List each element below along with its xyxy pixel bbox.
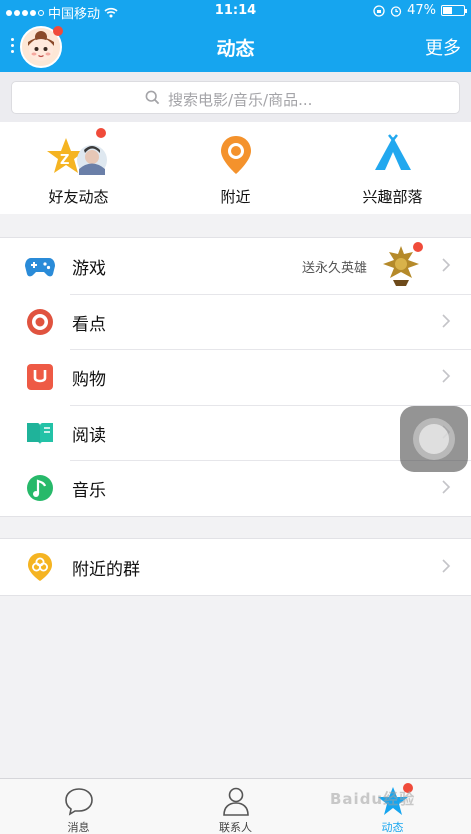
tab-label: 联系人 (219, 821, 252, 834)
nearby-group-list: 附近的群 (0, 538, 471, 596)
svg-text:Z: Z (60, 153, 69, 168)
friends-feed-icon: Z (46, 138, 107, 175)
list-item-label: 阅读 (72, 425, 106, 446)
chevron-right-icon (442, 559, 451, 573)
quick-entry-label: 兴趣部落 (362, 188, 423, 206)
quick-entry-friends-feed[interactable]: Z 好友动态 (0, 122, 157, 214)
list-item-label: 附近的群 (72, 560, 140, 580)
watermark: Baidu经验 (330, 790, 416, 808)
list-item-game[interactable]: 游戏 送永久英雄 (0, 238, 471, 294)
location-pin-icon (220, 136, 251, 174)
search-icon (145, 90, 160, 105)
quick-entry-nearby[interactable]: 附近 (157, 122, 314, 214)
battery-percent: 47% (407, 3, 436, 18)
service-list: 游戏 送永久英雄 看点 购物 阅读 音乐 (0, 237, 471, 517)
search-placeholder: 搜索电影/音乐/商品... (168, 91, 313, 109)
contact-person-icon (222, 787, 249, 816)
quick-entry-interest-tribe[interactable]: 兴趣部落 (314, 122, 471, 214)
eye-icon (27, 308, 53, 335)
chevron-right-icon (442, 480, 451, 494)
tent-icon (374, 134, 411, 170)
gamepad-icon (25, 258, 55, 277)
list-item-kandian[interactable]: 看点 (0, 293, 471, 350)
music-note-icon (27, 475, 53, 501)
quick-entry-label: 好友动态 (48, 188, 109, 206)
list-item-shopping[interactable]: 购物 (0, 349, 471, 405)
page-title: 动态 (216, 38, 255, 60)
game-notification-badge (413, 242, 423, 252)
list-item-label: 看点 (72, 314, 106, 335)
chevron-right-icon (442, 369, 451, 383)
tab-label: 动态 (381, 821, 404, 834)
status-right: 47% (373, 3, 467, 18)
battery-icon (441, 5, 467, 16)
assistive-touch-button[interactable] (400, 406, 468, 472)
chevron-right-icon (442, 313, 451, 328)
quick-entries: Z 好友动态 附近 兴趣部落 (0, 122, 471, 214)
list-item-label: 音乐 (72, 481, 106, 501)
list-item-music[interactable]: 音乐 (0, 460, 471, 516)
list-item-label: 购物 (72, 370, 106, 390)
rotation-lock-icon (373, 4, 385, 17)
shopping-bag-icon (27, 364, 53, 390)
quick-entry-label: 附近 (220, 188, 251, 206)
list-item-nearby-groups[interactable]: 附近的群 (0, 539, 471, 595)
tab-contacts[interactable]: 联系人 (157, 779, 314, 834)
list-item-label: 游戏 (72, 259, 106, 279)
status-bar: 中国移动 11:14 47% (0, 0, 471, 22)
chat-bubble-icon (64, 788, 93, 816)
game-promo-text: 送永久英雄 (301, 261, 367, 276)
search-input[interactable]: 搜索电影/音乐/商品... (11, 81, 460, 114)
alarm-icon (390, 5, 402, 17)
nearby-group-icon (28, 553, 52, 581)
top-bar: 中国移动 11:14 47% 动态 更多 (0, 0, 471, 72)
tab-label: 消息 (67, 821, 90, 834)
tab-messages[interactable]: 消息 (0, 779, 157, 834)
more-button[interactable]: 更多 (425, 34, 461, 60)
chevron-right-icon (442, 258, 451, 272)
friends-feed-badge (96, 128, 106, 138)
header: 动态 更多 (0, 22, 471, 72)
book-icon (27, 422, 53, 445)
search-section: 搜索电影/音乐/商品... (0, 72, 471, 122)
